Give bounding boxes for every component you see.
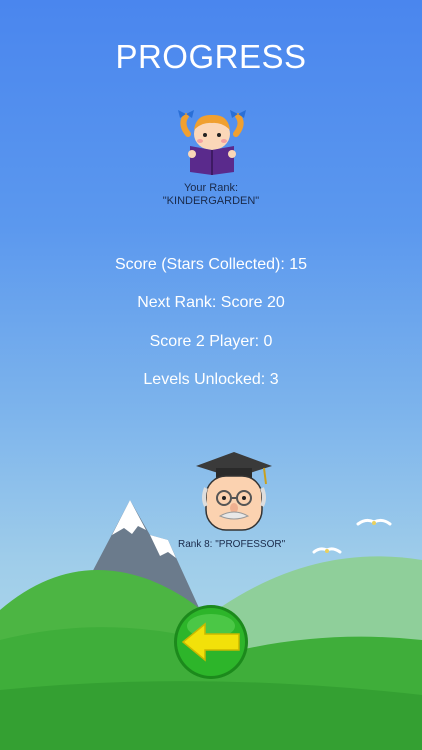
professor-icon bbox=[196, 452, 272, 531]
next-rank-label: Rank 8: "PROFESSOR" bbox=[178, 539, 286, 550]
current-rank-label: Your Rank: "KINDERGARDEN" bbox=[0, 182, 422, 208]
score-2-player-text: Score 2 Player: 0 bbox=[149, 333, 273, 350]
next-rank-text: Next Rank: Score 20 bbox=[137, 294, 285, 311]
score-text: Score (Stars Collected): 15 bbox=[114, 256, 308, 273]
back-button[interactable] bbox=[173, 604, 249, 680]
rank-value: "KINDERGARDEN" bbox=[162, 195, 260, 207]
rank-caption: Your Rank: bbox=[183, 182, 239, 194]
page-title: PROGRESS bbox=[115, 38, 307, 75]
girl-reading-icon bbox=[178, 110, 246, 175]
levels-unlocked-text: Levels Unlocked: 3 bbox=[143, 371, 279, 388]
arrow-left-icon bbox=[174, 605, 248, 679]
